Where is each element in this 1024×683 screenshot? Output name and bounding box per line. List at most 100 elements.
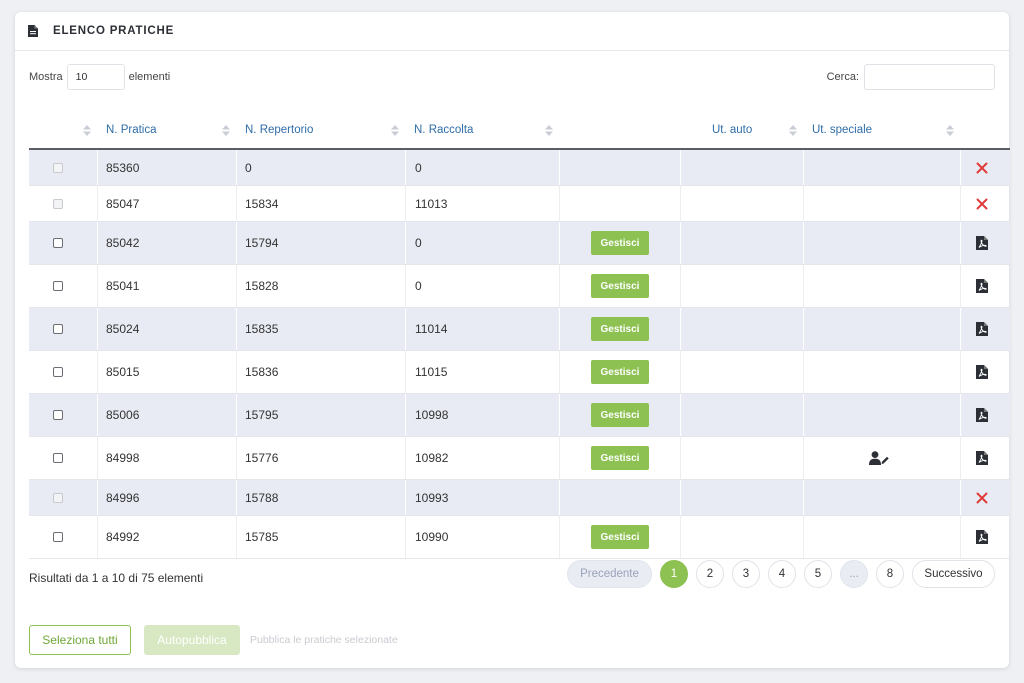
select-all-button[interactable]: Seleziona tutti: [29, 625, 131, 655]
cell-repertorio: 15836: [245, 365, 279, 379]
gestisci-button[interactable]: Gestisci: [591, 231, 649, 255]
column-divider: [960, 480, 961, 515]
pdf-file-icon[interactable]: [976, 322, 988, 336]
column-divider: [405, 222, 406, 264]
column-divider: [680, 222, 681, 264]
row-action-cell: [976, 308, 988, 350]
pdf-file-icon[interactable]: [976, 408, 988, 422]
col-header-pratica[interactable]: N. Pratica: [106, 112, 157, 148]
action-cell: Gestisci: [591, 265, 649, 307]
pagination-ellipsis: ...: [840, 560, 868, 588]
column-divider: [559, 186, 560, 221]
page-button[interactable]: 8: [876, 560, 904, 588]
row-checkbox[interactable]: [53, 281, 63, 291]
gestisci-button[interactable]: Gestisci: [591, 274, 649, 298]
row-checkbox[interactable]: [53, 367, 63, 377]
col-header-repertorio[interactable]: N. Repertorio: [245, 112, 313, 148]
column-divider: [236, 516, 237, 558]
row-checkbox[interactable]: [53, 492, 63, 503]
action-cell: Gestisci: [591, 437, 649, 479]
sort-icon[interactable]: [545, 125, 553, 136]
pdf-file-icon[interactable]: [976, 279, 988, 293]
cell-raccolta: 0: [415, 279, 422, 293]
column-divider: [236, 480, 237, 515]
pratiche-card: ELENCO PRATICHE Mostra 10 elementi Cerca…: [15, 12, 1010, 668]
column-divider: [236, 437, 237, 479]
column-divider: [803, 394, 804, 436]
column-divider: [960, 150, 961, 185]
sort-icon[interactable]: [222, 125, 230, 136]
col-header-raccolta[interactable]: N. Raccolta: [414, 112, 473, 148]
select-cell: [53, 394, 63, 436]
column-divider: [559, 516, 560, 558]
row-checkbox[interactable]: [53, 453, 63, 463]
select-cell: [53, 308, 63, 350]
page-button[interactable]: 4: [768, 560, 796, 588]
gestisci-button[interactable]: Gestisci: [591, 525, 649, 549]
delete-icon[interactable]: [976, 162, 988, 174]
pdf-file-icon[interactable]: [976, 365, 988, 379]
page-button[interactable]: 2: [696, 560, 724, 588]
row-action-cell: [976, 222, 988, 264]
row-action-cell: [976, 351, 988, 393]
table-row: 85042 15794 0 Gestisci: [29, 222, 1010, 265]
pagination: Precedente 1 2 3 4 5... 8 Successivo: [567, 560, 995, 588]
cell-repertorio: 0: [245, 160, 252, 175]
sort-icon[interactable]: [391, 125, 399, 136]
search-label: Cerca:: [826, 71, 859, 83]
select-cell: [53, 516, 63, 558]
row-checkbox[interactable]: [53, 410, 63, 420]
row-checkbox[interactable]: [53, 532, 63, 542]
gestisci-button[interactable]: Gestisci: [591, 360, 649, 384]
cell-raccolta: 0: [415, 236, 422, 250]
cell-raccolta: 11015: [415, 365, 448, 379]
row-action-cell: [976, 150, 988, 185]
next-page-button[interactable]: Successivo: [912, 560, 995, 588]
gestisci-button[interactable]: Gestisci: [591, 317, 649, 341]
column-divider: [236, 150, 237, 185]
select-cell: [53, 265, 63, 307]
column-divider: [97, 222, 98, 264]
cell-raccolta: 11014: [415, 322, 448, 336]
page-button[interactable]: 1: [660, 560, 688, 588]
prev-page-button[interactable]: Precedente: [567, 560, 652, 588]
column-divider: [236, 265, 237, 307]
pdf-file-icon[interactable]: [976, 530, 988, 544]
select-cell: [53, 437, 63, 479]
page-button[interactable]: 3: [732, 560, 760, 588]
column-divider: [803, 480, 804, 515]
pdf-file-icon[interactable]: [976, 451, 988, 465]
row-checkbox[interactable]: [53, 238, 63, 248]
cell-raccolta: 10998: [415, 408, 449, 422]
user-edit-icon[interactable]: [869, 451, 889, 465]
delete-icon[interactable]: [976, 492, 988, 504]
column-divider: [680, 394, 681, 436]
column-divider: [960, 222, 961, 264]
page-length-input[interactable]: 10: [66, 64, 125, 90]
pdf-file-icon[interactable]: [976, 236, 988, 250]
row-checkbox[interactable]: [53, 162, 63, 173]
row-action-cell: [976, 265, 988, 307]
col-header-ut-auto[interactable]: Ut. auto: [712, 112, 752, 148]
row-action-cell: [976, 480, 988, 515]
table-body: 85360 0 0 85047 15834 11013 85042 15794 0 Gestisc…: [29, 150, 1010, 559]
sort-icon[interactable]: [83, 125, 91, 136]
gestisci-button[interactable]: Gestisci: [591, 446, 649, 470]
page-length-control: Mostra 10 elementi: [29, 64, 170, 90]
col-header-ut-speciale[interactable]: Ut. speciale: [812, 112, 872, 148]
page-button[interactable]: 5: [804, 560, 832, 588]
column-divider: [803, 308, 804, 350]
table-header: N. Pratica N. Repertorio N. Raccolta Ut. au…: [29, 112, 1010, 150]
document-icon: [28, 25, 38, 37]
gestisci-button[interactable]: Gestisci: [591, 403, 649, 427]
column-divider: [680, 437, 681, 479]
column-divider: [236, 308, 237, 350]
sort-icon[interactable]: [789, 125, 797, 136]
cell-pratica: 85024: [106, 322, 140, 336]
delete-icon[interactable]: [976, 198, 988, 210]
autopublish-button[interactable]: Autopubblica: [144, 625, 240, 655]
search-input[interactable]: [864, 64, 995, 90]
row-checkbox[interactable]: [53, 198, 63, 209]
row-checkbox[interactable]: [53, 324, 63, 334]
sort-icon[interactable]: [946, 125, 954, 136]
